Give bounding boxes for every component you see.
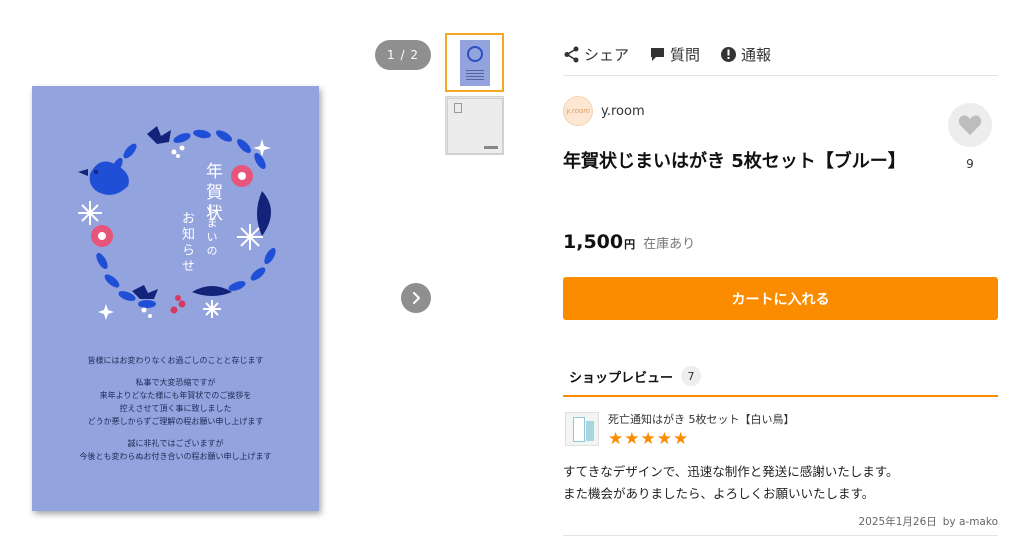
review-meta: 2025年1月26日 by a-mako [859,514,999,529]
divider [563,75,998,76]
stock-status: 在庫あり [643,237,696,252]
review-heading: ショップレビュー [569,370,674,386]
card-message-line: 誠に非礼ではございますが [127,439,224,448]
next-image-button[interactable] [401,283,431,313]
favorite-button[interactable] [948,103,992,147]
review-author: by a-mako [942,516,998,528]
exclamation-icon [721,47,737,62]
card-message-line: 控えさせて頂く事に致しました [119,404,232,413]
chat-bubble-icon [651,48,665,61]
price-block: 1,500 円 在庫あり [563,231,695,253]
shop-name: y.room [601,103,645,119]
shop-link[interactable]: y.room y.room [563,96,645,126]
card-message-line: 皆様にはお変わりなくお過ごしのことと存じます [87,356,264,365]
main-product-image[interactable]: 年賀状 じまいの お知らせ 皆様にはお変わりなくお過ごしのことと存じます 私事で… [32,86,319,511]
review-text: すてきなデザインで、迅速な制作と発送に感謝いたします。 また機会がありましたら、… [563,461,899,505]
thumbnail-back[interactable] [445,96,504,155]
report-label: 通報 [741,46,772,64]
review-text-line: すてきなデザインで、迅速な制作と発送に感謝いたします。 [563,464,899,479]
review-text-line: また機会がありましたら、よろしくお願いいたします。 [563,486,875,501]
wreath-illustration [78,126,276,320]
shop-avatar: y.room [563,96,593,126]
add-to-cart-button[interactable]: カートに入れる [563,277,998,320]
card-message-line: どうか悪しからずご理解の程お願い申し上げます [87,417,264,426]
share-label: シェア [584,46,630,64]
review-date: 2025年1月26日 [858,516,937,528]
page-indicator: 1 / 2 [375,40,431,70]
thumbnail-front[interactable] [445,33,504,92]
rating-stars: ★★★★★ [608,429,690,449]
card-message-line: 私事で大変恐縮ですが [135,378,216,387]
shop-review-tab[interactable]: ショップレビュー 7 [563,366,702,386]
price-currency: 円 [624,238,636,251]
question-button[interactable]: 質問 [649,44,700,65]
reviewed-product-thumbnail[interactable] [565,412,599,446]
question-label: 質問 [670,46,701,64]
price-value: 1,500 [563,231,624,253]
snowflake-icon [78,201,263,318]
report-button[interactable]: 通報 [720,44,771,65]
thumbnail-front-image [459,39,490,86]
card-message-line: 来年よりどなた様にも年賀状でのご挨拶を [99,391,252,400]
chevron-right-icon [413,292,421,304]
card-title-line-2: じまいの [205,203,218,259]
share-icon [564,46,579,63]
favorite-count: 9 [966,157,974,171]
heart-icon [958,115,982,135]
share-button[interactable]: シェア [563,44,629,65]
bird-icon [78,161,129,195]
review-tab-underline [563,395,998,397]
review-count-badge: 7 [681,366,702,386]
action-bar: シェア 質問 通報 [563,44,771,65]
divider [563,535,998,536]
reviewed-product-name[interactable]: 死亡通知はがき 5枚セット【白い鳥】 [608,411,795,427]
card-title-line-3: お知らせ [179,211,194,275]
card-message-line: 今後とも変わらぬお付き合いの程お願い申し上げます [79,452,272,461]
product-title: 年賀状じまいはがき 5枚セット【ブルー】 [563,151,906,172]
thumbnail-back-image [446,97,503,154]
